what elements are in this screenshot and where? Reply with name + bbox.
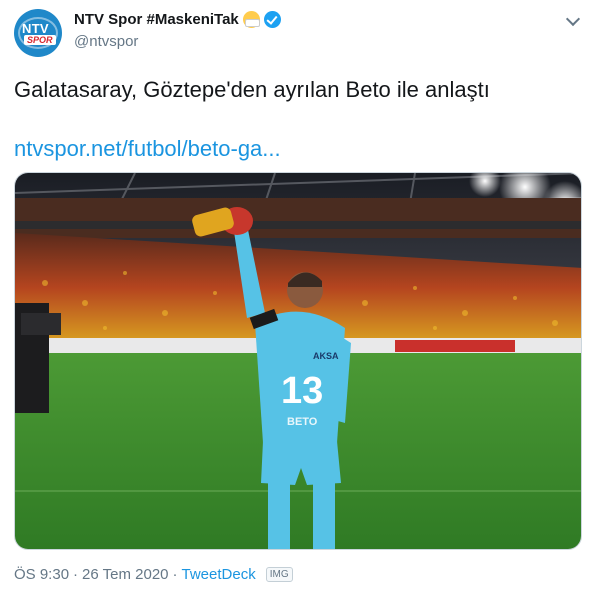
tweet-meta: ÖS 9:30 · 26 Tem 2020 · TweetDeck IMG	[14, 566, 293, 583]
display-name[interactable]: NTV Spor #MaskeniTak	[74, 11, 239, 28]
tweet-time[interactable]: ÖS 9:30	[14, 566, 69, 583]
camera	[21, 313, 61, 335]
tweet-card: NTV SPOR NTV Spor #MaskeniTak @ntvspor G…	[0, 0, 594, 591]
tweet-photo[interactable]: 13 AKSA BETO	[14, 172, 582, 550]
tweet-date[interactable]: 26 Tem 2020	[82, 566, 168, 583]
jersey-number: 13	[281, 370, 323, 412]
tier-rail	[15, 221, 581, 229]
avatar-logo-spor: SPOR	[24, 35, 56, 45]
author-handle[interactable]: @ntvspor	[74, 33, 138, 50]
jersey-name: BETO	[287, 416, 318, 428]
chevron-down-icon[interactable]	[566, 14, 580, 28]
tweet-text: Galatasaray, Göztepe'den ayrılan Beto il…	[14, 77, 490, 102]
upper-tier	[15, 198, 581, 238]
mask-emoji-icon	[242, 11, 260, 28]
ad-board-panel	[395, 340, 515, 352]
avatar[interactable]: NTV SPOR	[14, 9, 62, 57]
verified-badge-icon	[263, 11, 281, 28]
img-badge: IMG	[265, 567, 293, 582]
jersey-sponsor: AKSA	[313, 351, 339, 361]
avatar-logo-ntv: NTV	[22, 21, 49, 36]
author-name-row: NTV Spor #MaskeniTak	[74, 11, 281, 28]
meta-separator: ·	[172, 566, 178, 583]
tweet-source[interactable]: TweetDeck	[182, 566, 256, 583]
meta-separator: ·	[73, 566, 79, 583]
stadium-photo: 13 AKSA BETO	[15, 173, 581, 549]
tweet-link[interactable]: ntvspor.net/futbol/beto-ga...	[14, 135, 281, 163]
